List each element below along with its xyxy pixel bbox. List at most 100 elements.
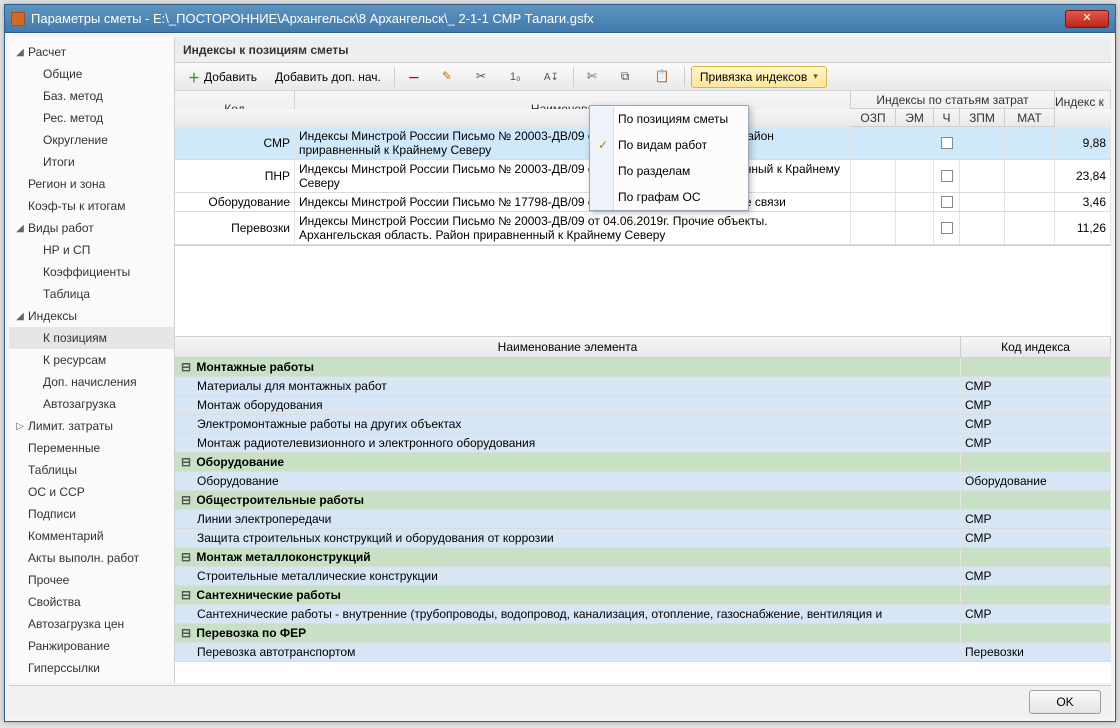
sidebar-item[interactable]: Автозагрузка [9,393,174,415]
checkbox[interactable] [941,170,953,182]
cell: СМР [961,567,1111,585]
sidebar-item-label: Таблица [43,287,90,301]
collapse-icon[interactable]: ⊟ [179,360,193,374]
sidebar-item[interactable]: Комментарий [9,525,174,547]
add-ext-label: Добавить доп. нач. [275,70,381,84]
cell [851,212,896,244]
remove-button[interactable] [401,66,431,88]
checkbox[interactable] [941,222,953,234]
collapse-icon[interactable]: ⊟ [179,588,193,602]
number-button[interactable] [503,66,533,88]
group-row[interactable]: ⊟ Оборудование [175,453,1111,472]
element-row[interactable]: Материалы для монтажных работСМР [175,377,1111,396]
sidebar-item[interactable]: Таблица [9,283,174,305]
element-row[interactable]: Монтаж оборудованияСМР [175,396,1111,415]
add-button[interactable]: Добавить [181,66,264,88]
cell [934,160,960,192]
element-row[interactable]: Электромонтажные работы на других объект… [175,415,1111,434]
col-ozp-header[interactable]: ОЗП [851,109,896,127]
collapse-icon[interactable]: ⊟ [179,493,193,507]
sidebar-item[interactable]: Коэффициенты [9,261,174,283]
sidebar-item-label: Итоги [43,155,75,169]
element-row[interactable]: Перевозка автотранспортомПеревозки [175,643,1111,662]
sidebar-item[interactable]: Прочее [9,569,174,591]
index-row[interactable]: ПеревозкиИндексы Минстрой России Письмо … [175,212,1111,245]
sidebar-item-label: Автозагрузка цен [28,617,124,631]
sidebar-item-label: Виды работ [28,221,94,235]
sort-button[interactable] [537,66,567,88]
sidebar-item[interactable]: ◢Виды работ [9,217,174,239]
collapse-icon[interactable]: ⊟ [179,455,193,469]
col-elem-name-header[interactable]: Наименование элемента [175,337,961,357]
dialog-window: Параметры сметы - E:\_ПОСТОРОННИЕ\Арханг… [4,4,1116,722]
pencil-icon [442,69,458,85]
element-row[interactable]: Монтаж радиотелевизионного и электронног… [175,434,1111,453]
sidebar-item[interactable]: Округление [9,129,174,151]
sidebar-item[interactable]: Вложения [9,679,174,683]
element-row[interactable]: Линии электропередачиСМР [175,510,1111,529]
element-row[interactable]: ОборудованиеОборудование [175,472,1111,491]
element-grid-body: ⊟ Монтажные работыМатериалы для монтажны… [175,358,1111,662]
menu-item[interactable]: По видам работ [590,132,748,158]
sidebar-item[interactable]: Автозагрузка цен [9,613,174,635]
group-label: Монтажные работы [193,360,314,374]
sidebar-item[interactable]: Гиперссылки [9,657,174,679]
cell: Линии электропередачи [175,510,961,528]
sidebar-item[interactable]: Ранжирование [9,635,174,657]
sidebar-item[interactable]: НР и СП [9,239,174,261]
cell: Сантехнические работы - внутренние (труб… [175,605,961,623]
cell: СМР [961,415,1111,433]
sidebar-item[interactable]: К ресурсам [9,349,174,371]
binding-dropdown[interactable]: Привязка индексов ▾ [691,66,827,88]
sidebar-item[interactable]: ◢Индексы [9,305,174,327]
group-row[interactable]: ⊟ Монтаж металлоконструкций [175,548,1111,567]
col-group-header[interactable]: Индексы по статьям затрат [851,91,1055,109]
group-row[interactable]: ⊟ Монтажные работы [175,358,1111,377]
group-row[interactable]: ⊟ Перевозка по ФЕР [175,624,1111,643]
menu-item[interactable]: По графам ОС [590,184,748,210]
col-elem-code-header[interactable]: Код индекса [961,337,1111,357]
sidebar-item[interactable]: ▷Лимит. затраты [9,415,174,437]
sidebar-item[interactable]: Переменные [9,437,174,459]
group-row[interactable]: ⊟ Сантехнические работы [175,586,1111,605]
col-em-header[interactable]: ЭМ [896,109,934,127]
col-ch-header[interactable]: Ч [934,109,960,127]
sidebar-item[interactable]: ◢Расчет [9,41,174,63]
paste-button[interactable] [648,66,678,88]
cut-button[interactable] [580,66,610,88]
copy-button[interactable] [614,66,644,88]
element-row[interactable]: Защита строительных конструкций и оборуд… [175,529,1111,548]
cell [961,624,1111,642]
menu-item[interactable]: По разделам [590,158,748,184]
sidebar-item[interactable]: Доп. начисления [9,371,174,393]
tool-button-1[interactable] [469,66,499,88]
close-button[interactable]: ✕ [1065,10,1109,28]
sidebar-item[interactable]: К позициям [9,327,174,349]
checkbox[interactable] [941,137,953,149]
sidebar-item[interactable]: Свойства [9,591,174,613]
ok-button[interactable]: OK [1029,690,1101,714]
group-row[interactable]: ⊟ Общестроительные работы [175,491,1111,510]
sidebar-item[interactable]: ОС и ССР [9,481,174,503]
sidebar-item[interactable]: Итоги [9,151,174,173]
sidebar-item[interactable]: Акты выполн. работ [9,547,174,569]
sidebar-item[interactable]: Баз. метод [9,85,174,107]
menu-item[interactable]: По позициям сметы [590,106,748,132]
element-row[interactable]: Строительные металлические конструкцииСМ… [175,567,1111,586]
sidebar-item[interactable]: Регион и зона [9,173,174,195]
sidebar-item[interactable]: Общие [9,63,174,85]
sidebar-item[interactable]: Рес. метод [9,107,174,129]
col-mat-header[interactable]: МАТ [1005,109,1055,127]
collapse-icon[interactable]: ⊟ [179,550,193,564]
col-zpm-header[interactable]: ЗПМ [960,109,1005,127]
add-ext-button[interactable]: Добавить доп. нач. [268,66,388,88]
cell [961,453,1111,471]
checkbox[interactable] [941,196,953,208]
sidebar-item[interactable]: Коэф-ты к итогам [9,195,174,217]
edit-button[interactable] [435,66,465,88]
collapse-icon[interactable]: ⊟ [179,626,193,640]
sidebar-item[interactable]: Таблицы [9,459,174,481]
sidebar-item[interactable]: Подписи [9,503,174,525]
cell [934,127,960,159]
element-row[interactable]: Сантехнические работы - внутренние (труб… [175,605,1111,624]
